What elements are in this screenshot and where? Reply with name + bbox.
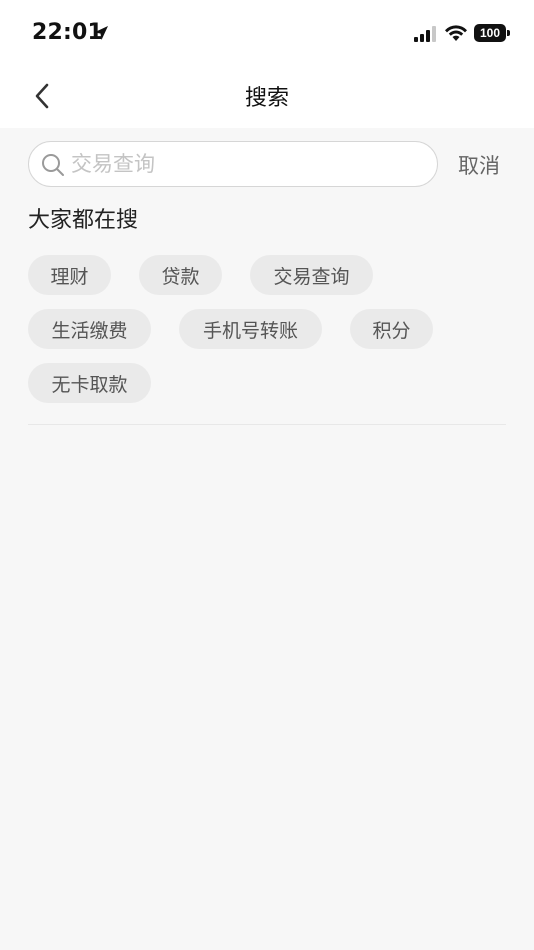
hot-tag-jifen[interactable]: 积分 — [350, 309, 433, 349]
nav-bar: 搜索 — [0, 62, 534, 128]
search-screen: 22:01 100 搜索 交易查询 取消 大家都在搜 理财 贷款 交易查询 生活… — [0, 0, 534, 950]
page-title: 搜索 — [244, 86, 289, 111]
search-box[interactable] — [28, 141, 438, 187]
hot-tag-shenghuo-jiaofei[interactable]: 生活缴费 — [28, 309, 151, 349]
cancel-button[interactable]: 取消 — [458, 150, 500, 180]
cellular-signal-icon — [414, 26, 436, 42]
search-icon — [42, 154, 64, 176]
battery-icon: 100 — [474, 24, 510, 42]
status-bar: 22:01 100 — [0, 0, 534, 62]
hot-tag-shoujihao-zhuanzhang[interactable]: 手机号转账 — [179, 309, 322, 349]
location-arrow-icon — [94, 26, 108, 40]
battery-cap — [507, 30, 510, 36]
wifi-icon — [445, 25, 467, 41]
hot-tag-licai[interactable]: 理财 — [28, 255, 111, 295]
hot-tag-wuka-qukuan[interactable]: 无卡取款 — [28, 363, 151, 403]
search-input[interactable] — [71, 142, 431, 186]
hot-tag-daikuan[interactable]: 贷款 — [139, 255, 222, 295]
hot-tag-jiaoyi-chaxun[interactable]: 交易查询 — [250, 255, 373, 295]
section-divider — [28, 424, 506, 425]
battery-level: 100 — [474, 24, 506, 42]
hot-search-title: 大家都在搜 — [28, 208, 139, 233]
